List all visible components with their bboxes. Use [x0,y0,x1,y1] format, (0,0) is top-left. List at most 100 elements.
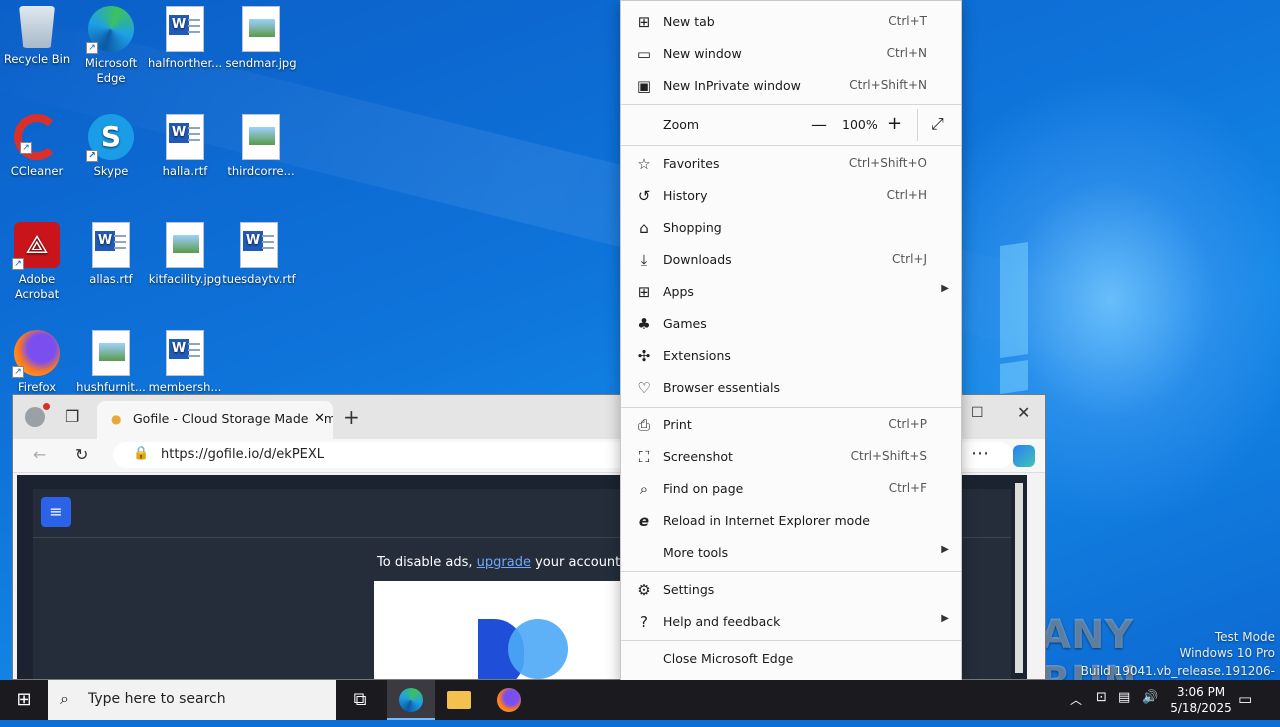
menu-item-browser-essentials[interactable]: ♡ Browser essentials [621,372,961,404]
menu-item-new-window[interactable]: ▭ New window Ctrl+N [621,38,961,70]
acrobat-icon: ⟁ ↗ [12,222,60,270]
lock-icon: 🔒 [133,446,150,461]
menu-label: Favorites [663,156,720,171]
wallpaper-logo-lower [1000,360,1028,394]
desktop-icon-sendmar[interactable]: sendmar.jpg [224,0,298,71]
desktop-icon-recycle-bin[interactable]: Recycle Bin [0,0,74,67]
menu-label: Print [663,417,692,432]
history-icon: ↺ [637,187,651,205]
desktop-icon-hushfurnit[interactable]: hushfurnit... [74,324,148,395]
more-options-icon[interactable]: ⋯ [971,443,989,464]
tab-close-icon[interactable]: ✕ [310,411,325,426]
new-tab-plus-icon[interactable]: + [343,405,360,429]
menu-label: New window [663,46,742,61]
tab-actions-icon[interactable]: ❐ [65,407,79,426]
desktop-icon-label: kitfacility.jpg [148,272,222,286]
windows-logo-icon: ⊞ [16,689,32,710]
menu-item-downloads[interactable]: ⤓ Downloads Ctrl+J [621,244,961,276]
upgrade-link[interactable]: upgrade [477,555,531,570]
menu-item-close-edge[interactable]: Close Microsoft Edge [621,643,961,675]
desktop-icon-tuesdaytv[interactable]: W tuesdaytv.rtf [222,216,296,287]
tab-gofile[interactable]: ● Gofile - Cloud Storage Made Sim ✕ [97,401,333,439]
taskbar-edge[interactable] [387,680,435,720]
menu-item-more-tools[interactable]: More tools ▶ [621,537,961,569]
profile-avatar[interactable] [25,407,45,427]
zoom-value: 100% [842,117,878,132]
taskbar: ⊞ ⌕ Type here to search ⧉ ︿ ⊡ ▤ 🔊 3:06 P… [0,680,1280,720]
search-placeholder: Type here to search [88,691,226,707]
desktop-icon-skype[interactable]: S ↗ Skype [74,108,148,179]
desktop-icon-membersh[interactable]: W membersh... [148,324,222,395]
maximize-icon[interactable]: ☐ [971,405,984,421]
menu-item-games[interactable]: ♣ Games [621,308,961,340]
desktop-icon-thirdcorre[interactable]: thirdcorre... [224,108,298,179]
desktop-icon-firefox[interactable]: ↗ Firefox [0,324,74,395]
menu-separator [621,571,961,572]
menu-item-history[interactable]: ↺ History Ctrl+H [621,180,961,212]
clock[interactable]: 3:06 PM 5/18/2025 [1164,684,1238,716]
tray-overflow-chevron-icon[interactable]: ︿ [1070,691,1082,708]
fullscreen-icon[interactable]: ⤢ [931,114,944,134]
task-view-button[interactable]: ⧉ [336,680,384,720]
zoom-out-icon[interactable]: — [811,115,827,134]
edge-icon: ↗ [86,6,134,54]
desktop-icon-kitfacility[interactable]: kitfacility.jpg [148,216,222,287]
word-doc-icon: W [166,330,204,376]
word-doc-icon: W [166,6,204,52]
menu-shortcut: Ctrl+H [886,188,927,202]
menu-item-apps[interactable]: ⊞ Apps ▶ [621,276,961,308]
search-icon: ⌕ [60,689,69,708]
wallpaper-logo [1000,242,1028,358]
menu-label: History [663,188,708,203]
refresh-icon[interactable]: ↻ [75,445,88,464]
menu-item-find-on-page[interactable]: ⌕ Find on page Ctrl+F [621,473,961,505]
menu-label: Reload in Internet Explorer mode [663,513,870,528]
menu-item-print[interactable]: ⎙ Print Ctrl+P [621,409,961,441]
menu-item-settings[interactable]: ⚙ Settings [621,574,961,606]
taskbar-search-box[interactable]: ⌕ Type here to search [48,680,336,720]
desktop-icon-label: sendmar.jpg [225,56,297,70]
menu-item-new-tab[interactable]: ⊞ New tab Ctrl+T [621,6,961,38]
volume-icon[interactable]: 🔊 [1142,690,1158,705]
menu-item-extensions[interactable]: ✣ Extensions [621,340,961,372]
desktop-icon-label: halfnorther... [148,56,223,70]
start-button[interactable]: ⊞ [0,680,48,720]
menu-item-shopping[interactable]: ⌂ Shopping [621,212,961,244]
menu-item-ie-mode[interactable]: e Reload in Internet Explorer mode [621,505,961,537]
desktop-icon-allas[interactable]: W allas.rtf [74,216,148,287]
menu-item-favorites[interactable]: ☆ Favorites Ctrl+Shift+O [621,148,961,180]
menu-label: Settings [663,582,715,597]
download-icon: ⤓ [640,251,648,269]
desktop-icon-ccleaner[interactable]: ↗ CCleaner [0,108,74,179]
menu-item-screenshot[interactable]: ⛶ Screenshot Ctrl+Shift+S [621,441,961,473]
taskbar-file-explorer[interactable] [435,680,483,720]
desktop-icon-acrobat[interactable]: ⟁ ↗ Adobe Acrobat [0,216,74,302]
edge-settings-menu: ⊞ New tab Ctrl+T ▭ New window Ctrl+N ▣ New In… [620,0,962,682]
desktop-icon-edge[interactable]: ↗ Microsoft Edge [74,0,148,86]
desktop-icon-halfnorther[interactable]: W halfnorther... [148,0,222,71]
heart-pulse-icon: ♡ [637,379,651,397]
copilot-icon[interactable] [1013,445,1035,467]
page-scrollbar[interactable] [1015,483,1023,673]
desktop-icon-label: Microsoft Edge [84,56,138,85]
back-arrow-icon[interactable]: ← [33,445,46,464]
close-window-icon[interactable]: ✕ [1017,403,1030,422]
menu-separator [621,104,961,105]
watermark-test-mode: Test Mode [1214,630,1275,644]
menu-separator [621,640,961,641]
tray-app-icon[interactable]: ⊡ [1096,690,1107,705]
ie-icon: e [638,512,650,530]
menu-item-help[interactable]: ? Help and feedback ▶ [621,606,961,638]
zoom-in-icon[interactable]: + [887,113,902,134]
menu-shortcut: Ctrl+P [888,417,927,431]
taskbar-firefox[interactable] [485,680,533,720]
menu-item-new-inprivate[interactable]: ▣ New InPrivate window Ctrl+Shift+N [621,70,961,102]
menu-label: Apps [663,284,694,299]
screenshot-icon: ⛶ [638,448,650,466]
desktop-icon-halla[interactable]: W halla.rtf [148,108,222,179]
hamburger-menu-icon[interactable]: ≡ [41,497,71,527]
notifications-icon[interactable]: ▭ [1238,690,1252,708]
ad-banner[interactable] [374,581,634,679]
gear-icon: ⚙ [637,581,651,599]
network-icon[interactable]: ▤ [1118,690,1130,705]
